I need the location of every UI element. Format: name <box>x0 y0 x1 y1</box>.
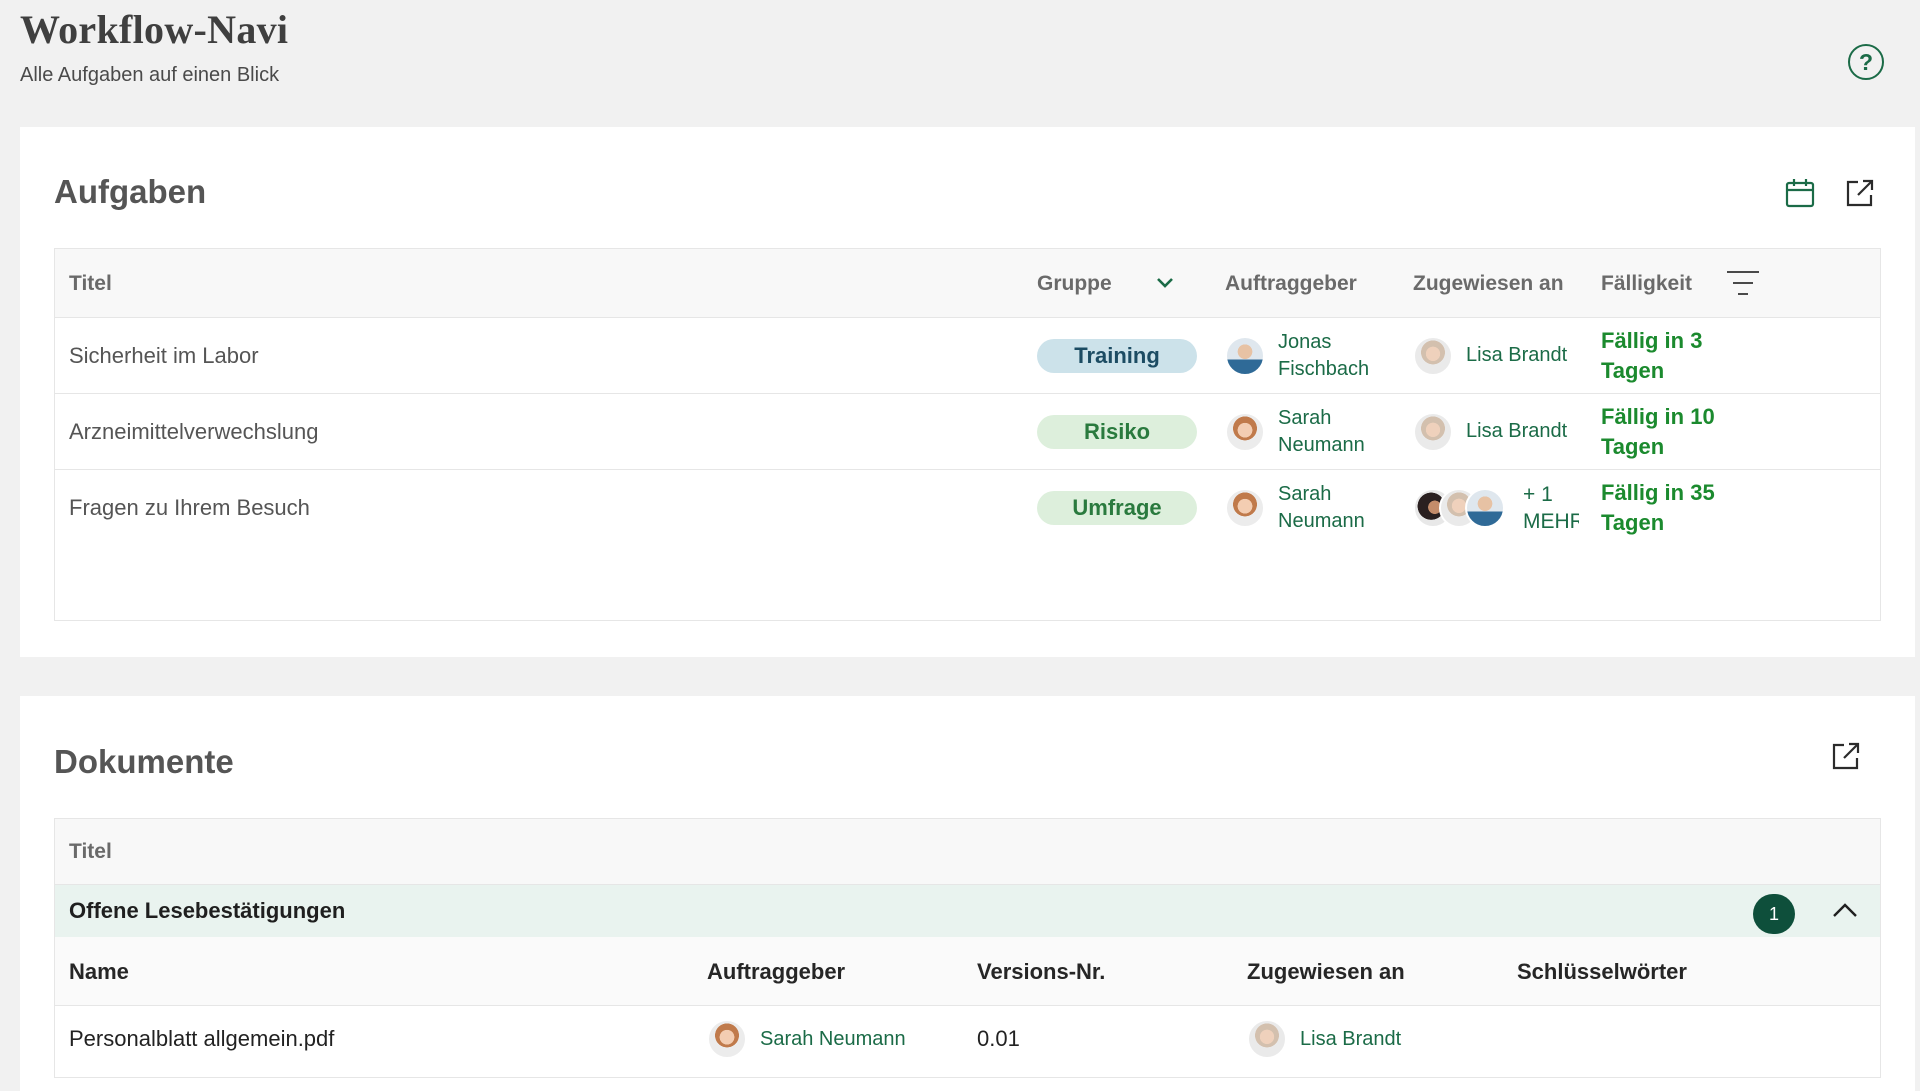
due-label: Fällig in 3 Tagen <box>1601 327 1703 383</box>
tasks-card: Aufgaben Titel Gruppe Auftraggeber Zugew… <box>20 127 1915 657</box>
table-row[interactable]: Personalblatt allgemein.pdf Sarah Neuman… <box>55 1006 1880 1072</box>
documents-subtable-header: Name Auftraggeber Versions-Nr. Zugewiese… <box>55 937 1880 1006</box>
group-pill: Risiko <box>1037 414 1197 449</box>
task-title[interactable]: Fragen zu Ihrem Besuch <box>69 470 310 545</box>
column-header-group[interactable]: Gruppe <box>1037 249 1112 318</box>
app-title: Workflow-Navi <box>20 7 289 52</box>
avatar <box>1225 335 1265 376</box>
group-pill: Umfrage <box>1037 490 1197 525</box>
app-subtitle: Alle Aufgaben auf einen Blick <box>20 64 280 86</box>
column-header-assigned[interactable]: Zugewiesen an <box>1247 937 1405 1006</box>
column-header-due[interactable]: Fälligkeit <box>1601 249 1692 318</box>
column-header-requester[interactable]: Auftraggeber <box>1225 249 1357 318</box>
table-row[interactable]: Sicherheit im Labor Training Jonas Fischb… <box>55 318 1880 394</box>
version-number: 0.01 <box>977 1026 1020 1051</box>
filter-button[interactable] <box>1725 265 1761 301</box>
column-header-requester[interactable]: Auftraggeber <box>707 937 845 1006</box>
tasks-table-header: Titel Gruppe Auftraggeber Zugewiesen an … <box>55 249 1880 318</box>
requester-name[interactable]: Sarah Neumann <box>1278 481 1365 535</box>
documents-table: Titel Offene Lesebestätigungen 1 Name Au… <box>54 818 1881 1078</box>
document-name[interactable]: Personalblatt allgemein.pdf <box>69 1006 334 1072</box>
avatar <box>707 1019 747 1059</box>
external-link-icon <box>1832 742 1860 770</box>
requester-name[interactable]: Sarah Neumann <box>1278 405 1365 459</box>
due-label: Fällig in 35 Tagen <box>1601 479 1715 535</box>
tasks-table: Titel Gruppe Auftraggeber Zugewiesen an … <box>54 248 1881 621</box>
column-header-title[interactable]: Titel <box>69 819 112 885</box>
task-title[interactable]: Arzneimittelverwechslung <box>69 394 318 469</box>
avatar <box>1413 411 1453 452</box>
group-dropdown-button[interactable] <box>1147 265 1183 301</box>
avatar <box>1413 335 1453 376</box>
help-button[interactable]: ? <box>1848 44 1884 80</box>
column-header-assigned[interactable]: Zugewiesen an <box>1413 249 1564 318</box>
table-row[interactable]: Arzneimittelverwechslung Risiko Sarah Neu… <box>55 394 1880 470</box>
assignee-name[interactable]: Lisa Brandt <box>1300 1026 1401 1053</box>
documents-external-link-button[interactable] <box>1828 738 1864 774</box>
collapse-button[interactable] <box>1827 893 1863 929</box>
document-group-row[interactable]: Offene Lesebestätigungen 1 <box>55 885 1880 937</box>
group-title: Offene Lesebestätigungen <box>69 898 346 923</box>
chevron-up-icon <box>1833 903 1857 917</box>
table-row[interactable]: Fragen zu Ihrem Besuch Umfrage Sarah Neum… <box>55 470 1880 546</box>
avatar <box>1225 411 1265 452</box>
more-assignees-link[interactable]: + 1 MEHR <box>1523 481 1579 535</box>
documents-title: Dokumente <box>54 743 234 780</box>
tasks-title: Aufgaben <box>54 173 207 210</box>
documents-card: Dokumente Titel Offene Lesebestätigungen… <box>20 696 1915 1091</box>
avatar <box>1247 1019 1287 1059</box>
filter-icon <box>1727 271 1759 295</box>
documents-table-header: Titel <box>55 819 1880 885</box>
group-pill: Training <box>1037 338 1197 373</box>
column-header-version[interactable]: Versions-Nr. <box>977 937 1105 1006</box>
column-header-title[interactable]: Titel <box>69 249 112 318</box>
column-header-keywords[interactable]: Schlüsselwörter <box>1517 937 1687 1006</box>
assignee-avatar-stack[interactable] <box>1413 487 1505 528</box>
external-link-icon <box>1846 179 1874 207</box>
assignee-name[interactable]: Lisa Brandt <box>1466 342 1567 369</box>
tasks-external-link-button[interactable] <box>1842 175 1878 211</box>
due-label: Fällig in 10 Tagen <box>1601 403 1715 459</box>
requester-name[interactable]: Jonas Fischbach <box>1278 329 1369 383</box>
assignee-name[interactable]: Lisa Brandt <box>1466 418 1567 445</box>
chevron-down-icon <box>1157 278 1173 288</box>
avatar <box>1465 487 1505 528</box>
calendar-button[interactable] <box>1782 175 1818 211</box>
count-badge: 1 <box>1753 894 1795 934</box>
column-header-name[interactable]: Name <box>69 937 129 1006</box>
task-title[interactable]: Sicherheit im Labor <box>69 318 259 393</box>
requester-name[interactable]: Sarah Neumann <box>760 1026 906 1053</box>
avatar <box>1225 487 1265 528</box>
calendar-icon <box>1785 179 1815 208</box>
question-circle-icon: ? <box>1858 48 1874 75</box>
